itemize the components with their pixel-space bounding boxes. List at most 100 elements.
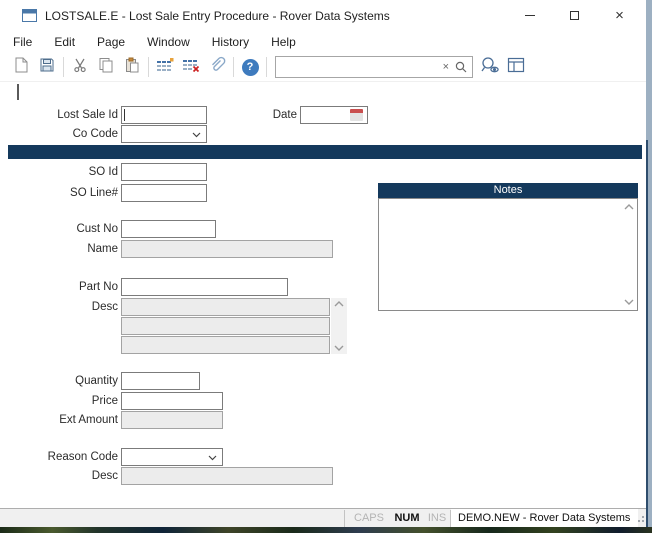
minimize-icon bbox=[525, 15, 535, 16]
close-icon: × bbox=[615, 8, 624, 23]
lost-sale-id-field[interactable] bbox=[121, 106, 207, 124]
help-button[interactable]: ? bbox=[237, 55, 263, 79]
new-document-button[interactable] bbox=[8, 55, 34, 79]
help-icon: ? bbox=[242, 59, 259, 76]
name-label: Name bbox=[8, 240, 118, 258]
status-divider bbox=[344, 510, 345, 527]
form-view-button[interactable] bbox=[503, 55, 529, 79]
part-desc-field-3 bbox=[121, 336, 330, 354]
attach-button[interactable] bbox=[204, 55, 230, 79]
lost-sale-id-label: Lost Sale Id bbox=[8, 106, 118, 124]
scroll-down-icon[interactable] bbox=[334, 345, 344, 351]
save-icon bbox=[39, 57, 55, 78]
part-no-label: Part No bbox=[8, 278, 118, 296]
window-title: LOSTSALE.E - Lost Sale Entry Procedure -… bbox=[45, 9, 390, 23]
calendar-icon[interactable] bbox=[350, 109, 363, 121]
cust-no-field[interactable] bbox=[121, 220, 216, 238]
maximize-icon bbox=[570, 11, 579, 20]
session-text: DEMO.NEW - Rover Data Systems bbox=[458, 512, 630, 524]
part-desc-label: Desc bbox=[8, 298, 118, 316]
toolbar-separator bbox=[233, 57, 234, 77]
paste-button[interactable] bbox=[119, 55, 145, 79]
save-button[interactable] bbox=[34, 55, 60, 79]
scroll-up-icon[interactable] bbox=[624, 204, 634, 210]
quantity-label: Quantity bbox=[8, 372, 118, 390]
insert-row-button[interactable] bbox=[152, 55, 178, 79]
so-line-field[interactable] bbox=[121, 184, 207, 202]
lookup-button[interactable] bbox=[477, 55, 503, 79]
chevron-down-icon bbox=[192, 125, 201, 143]
cut-icon bbox=[72, 57, 88, 78]
toolbar-separator bbox=[266, 57, 267, 77]
notes-header: Notes bbox=[378, 183, 638, 198]
resize-grip[interactable] bbox=[635, 513, 645, 526]
quantity-field[interactable] bbox=[121, 372, 200, 390]
toolbar-separator bbox=[148, 57, 149, 77]
menu-bar: File Edit Page Window History Help bbox=[0, 31, 646, 53]
new-document-icon bbox=[13, 57, 29, 78]
form-view-icon bbox=[507, 57, 525, 78]
menu-page[interactable]: Page bbox=[86, 32, 136, 52]
scroll-down-icon[interactable] bbox=[624, 299, 634, 305]
search-clear-icon[interactable]: × bbox=[439, 62, 453, 73]
cust-no-label: Cust No bbox=[8, 220, 118, 238]
price-field[interactable] bbox=[121, 392, 223, 410]
toolbar: ? × bbox=[0, 53, 646, 82]
cut-button[interactable] bbox=[67, 55, 93, 79]
reason-desc-field bbox=[121, 467, 333, 485]
part-desc-field-1 bbox=[121, 298, 330, 316]
delete-row-icon bbox=[182, 57, 200, 78]
menu-history[interactable]: History bbox=[201, 32, 260, 52]
menu-file[interactable]: File bbox=[2, 32, 43, 52]
session-status: DEMO.NEW - Rover Data Systems bbox=[451, 509, 638, 527]
ins-indicator: INS bbox=[424, 509, 450, 527]
ext-amount-label: Ext Amount bbox=[8, 411, 118, 429]
toolbar-search-box: × bbox=[275, 56, 473, 78]
status-bar: CAPS NUM INS DEMO.NEW - Rover Data Syste… bbox=[0, 508, 646, 527]
co-code-dropdown[interactable] bbox=[121, 125, 207, 143]
maximize-button[interactable] bbox=[552, 0, 597, 31]
num-indicator: NUM bbox=[390, 509, 424, 527]
search-input[interactable] bbox=[276, 58, 439, 76]
caps-indicator: CAPS bbox=[350, 509, 388, 527]
part-no-field[interactable] bbox=[121, 278, 288, 296]
paste-icon bbox=[124, 57, 140, 78]
date-label: Date bbox=[240, 106, 297, 124]
menu-edit[interactable]: Edit bbox=[43, 32, 86, 52]
reason-desc-label: Desc bbox=[8, 467, 118, 485]
title-bar: LOSTSALE.E - Lost Sale Entry Procedure -… bbox=[0, 0, 646, 31]
so-id-field[interactable] bbox=[121, 163, 207, 181]
section-divider-band bbox=[8, 145, 642, 159]
co-code-label: Co Code bbox=[8, 125, 118, 143]
insert-row-icon bbox=[156, 57, 174, 78]
chevron-down-icon bbox=[208, 448, 217, 466]
lookup-eye-icon bbox=[480, 56, 500, 79]
text-caret bbox=[17, 84, 19, 100]
so-line-label: SO Line# bbox=[8, 184, 118, 202]
so-id-label: SO Id bbox=[8, 163, 118, 181]
app-window: LOSTSALE.E - Lost Sale Entry Procedure -… bbox=[0, 0, 646, 527]
desktop-wallpaper-strip bbox=[0, 527, 652, 533]
desktop-right-strip bbox=[648, 0, 652, 527]
reason-code-dropdown[interactable] bbox=[121, 448, 223, 466]
search-icon[interactable] bbox=[453, 60, 472, 74]
scroll-up-icon[interactable] bbox=[334, 301, 344, 307]
field-caret bbox=[124, 109, 125, 121]
app-window-icon bbox=[22, 9, 37, 22]
close-button[interactable]: × bbox=[597, 0, 642, 31]
notes-panel: Notes bbox=[378, 183, 638, 311]
name-field bbox=[121, 240, 333, 258]
menu-window[interactable]: Window bbox=[136, 32, 201, 52]
toolbar-separator bbox=[63, 57, 64, 77]
notes-textarea[interactable] bbox=[378, 198, 638, 311]
copy-icon bbox=[98, 57, 114, 78]
paperclip-icon bbox=[208, 56, 226, 79]
minimize-button[interactable] bbox=[507, 0, 552, 31]
reason-code-label: Reason Code bbox=[8, 448, 118, 466]
delete-row-button[interactable] bbox=[178, 55, 204, 79]
window-controls: × bbox=[507, 0, 642, 31]
price-label: Price bbox=[8, 392, 118, 410]
menu-help[interactable]: Help bbox=[260, 32, 307, 52]
part-desc-field-2 bbox=[121, 317, 330, 335]
copy-button[interactable] bbox=[93, 55, 119, 79]
